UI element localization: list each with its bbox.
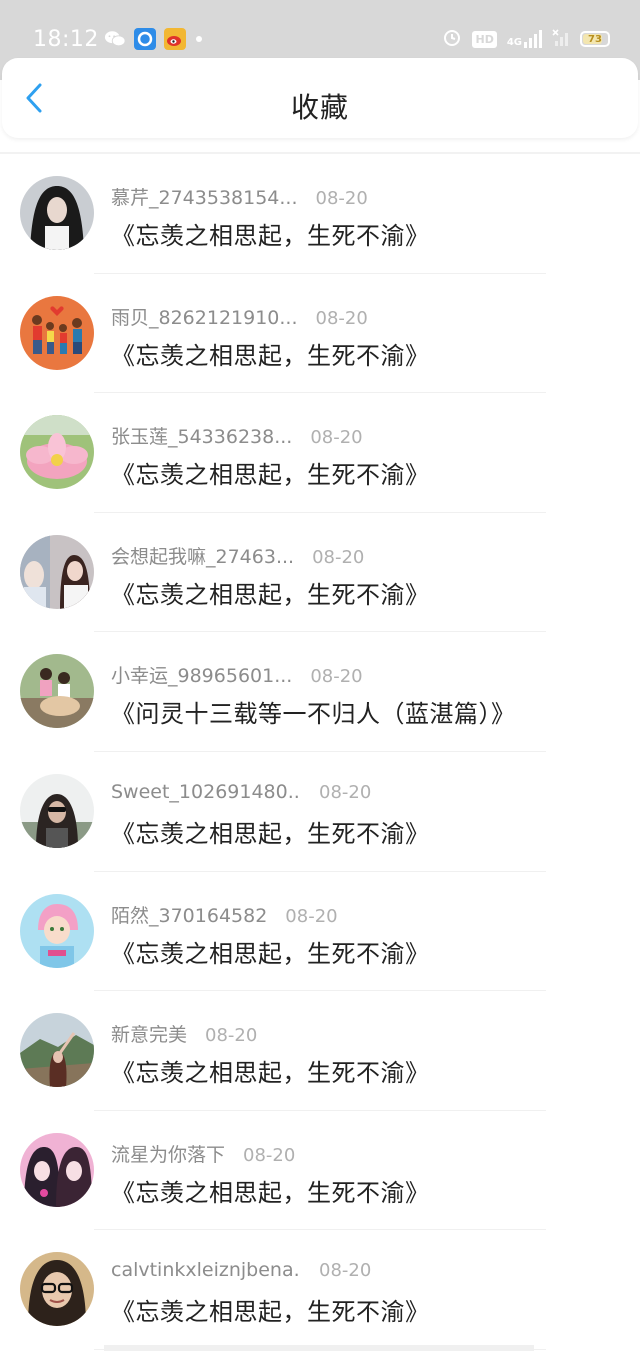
date: 08-20 [319, 1260, 372, 1282]
article-title[interactable]: 《忘羡之相思起，生死不渝》 [111, 575, 430, 610]
avatar[interactable] [20, 1013, 94, 1088]
list-item[interactable]: Sweet_102691480... 08-20 《忘羡之相思起，生死不渝》 [0, 752, 640, 872]
list-item[interactable]: 陌然_370164582 08-20 《忘羡之相思起，生死不渝》 [0, 872, 640, 992]
list-item[interactable]: calvtinkxleiznjbena... 08-20 《忘羡之相思起，生死不… [0, 1230, 640, 1350]
network-label: 4G [506, 37, 522, 48]
article-title[interactable]: 《忘羡之相思起，生死不渝》 [111, 1292, 430, 1327]
list-item[interactable]: 会想起我嘛_27463... 08-20 《忘羡之相思起，生死不渝》 [0, 513, 640, 633]
battery-icon: 73 [580, 31, 610, 47]
avatar[interactable] [20, 415, 94, 490]
list-item[interactable]: 新意完美 08-20 《忘羡之相思起，生死不渝》 [0, 991, 640, 1111]
username[interactable]: 流星为你落下 [111, 1140, 225, 1167]
favorites-list: 慕芹_2743538154... 08-20 《忘羡之相思起，生死不渝》 雨贝_… [0, 154, 640, 1350]
wechat-icon [104, 28, 126, 50]
date: 08-20 [243, 1144, 296, 1166]
notification-dot [196, 36, 202, 42]
meta-line: 会想起我嘛_27463... 08-20 [111, 542, 364, 569]
status-time: 18:12 [33, 27, 99, 52]
username[interactable]: 新意完美 [111, 1020, 187, 1047]
date: 08-20 [285, 905, 338, 927]
article-title[interactable]: 《忘羡之相思起，生死不渝》 [111, 455, 430, 490]
avatar[interactable] [20, 1132, 94, 1207]
username[interactable]: Sweet_102691480... [111, 781, 301, 803]
username[interactable]: 雨贝_8262121910... [111, 303, 298, 330]
avatar[interactable] [20, 654, 94, 729]
article-title[interactable]: 《忘羡之相思起，生死不渝》 [111, 934, 430, 969]
date: 08-20 [315, 188, 368, 209]
date: 08-20 [310, 427, 363, 449]
meta-line: Sweet_102691480... 08-20 [111, 781, 371, 803]
status-right-icons: HD 4G 73 [442, 27, 610, 51]
article-title[interactable]: 《忘羡之相思起，生死不渝》 [111, 814, 430, 849]
meta-line: 雨贝_8262121910... 08-20 [111, 303, 368, 330]
battery-text: 73 [588, 33, 602, 45]
header: 收藏 [2, 58, 638, 138]
signal-x-icon [552, 28, 570, 50]
avatar[interactable] [20, 295, 94, 370]
date: 08-20 [312, 546, 365, 568]
list-item[interactable]: 慕芹_2743538154... 08-20 《忘羡之相思起，生死不渝》 [0, 154, 640, 274]
username[interactable]: 陌然_370164582 [111, 901, 267, 928]
page-title: 收藏 [290, 91, 349, 124]
weibo-icon [164, 28, 186, 50]
username[interactable]: 会想起我嘛_27463... [111, 542, 294, 569]
bottom-scroll-hint [104, 1345, 534, 1351]
alarm-icon [442, 27, 462, 51]
browser-icon [134, 28, 156, 50]
meta-line: 张玉莲_54336238... 08-20 [111, 422, 363, 449]
avatar[interactable] [20, 534, 94, 609]
meta-line: 小幸运_98965601... 08-20 [111, 661, 363, 688]
username[interactable]: 小幸运_98965601... [111, 661, 292, 688]
avatar[interactable] [20, 893, 94, 968]
meta-line: calvtinkxleiznjbena... 08-20 [111, 1259, 371, 1281]
article-title[interactable]: 《忘羡之相思起，生死不渝》 [111, 216, 430, 251]
date: 08-20 [310, 666, 363, 688]
signal-icon: 4G [507, 30, 542, 48]
article-title[interactable]: 《忘羡之相思起，生死不渝》 [111, 1173, 430, 1208]
meta-line: 新意完美 08-20 [111, 1020, 257, 1047]
list-item[interactable]: 雨贝_8262121910... 08-20 《忘羡之相思起，生死不渝》 [0, 274, 640, 394]
username[interactable]: 慕芹_2743538154... [111, 183, 298, 210]
username[interactable]: 张玉莲_54336238... [111, 422, 292, 449]
date: 08-20 [205, 1025, 258, 1047]
avatar[interactable] [20, 773, 94, 848]
list-item[interactable]: 张玉莲_54336238... 08-20 《忘羡之相思起，生死不渝》 [0, 393, 640, 513]
list-item[interactable]: 流星为你落下 08-20 《忘羡之相思起，生死不渝》 [0, 1111, 640, 1231]
date: 08-20 [319, 781, 372, 803]
avatar[interactable] [20, 1252, 94, 1327]
username[interactable]: calvtinkxleiznjbena... [111, 1259, 301, 1281]
avatar[interactable] [20, 176, 94, 250]
meta-line: 流星为你落下 08-20 [111, 1140, 295, 1167]
article-title[interactable]: 《忘羡之相思起，生死不渝》 [111, 1053, 430, 1088]
meta-line: 陌然_370164582 08-20 [111, 901, 338, 928]
status-app-icons [104, 27, 202, 51]
article-title[interactable]: 《忘羡之相思起，生死不渝》 [111, 336, 430, 371]
date: 08-20 [315, 307, 368, 329]
hd-badge: HD [472, 30, 497, 48]
meta-line: 慕芹_2743538154... 08-20 [111, 183, 368, 210]
article-title[interactable]: 《问灵十三载等一不归人（蓝湛篇）》 [111, 694, 516, 729]
list-item[interactable]: 小幸运_98965601... 08-20 《问灵十三载等一不归人（蓝湛篇）》 [0, 632, 640, 752]
